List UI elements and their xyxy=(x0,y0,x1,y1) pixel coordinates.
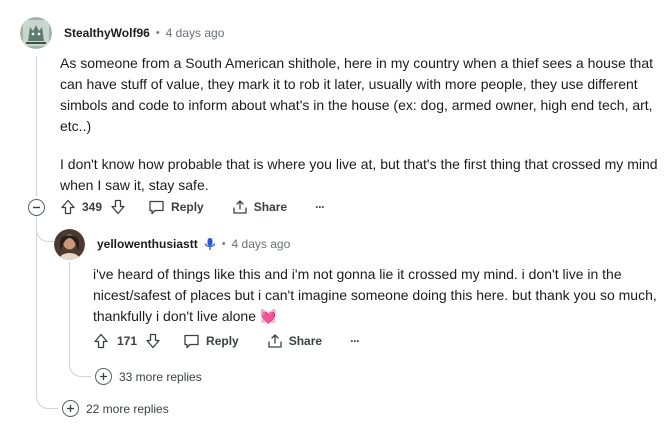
reply-label: Reply xyxy=(206,334,239,348)
reply-label: Reply xyxy=(171,200,204,214)
minus-icon xyxy=(33,206,40,209)
reply-actions: 171 Reply Share ··· xyxy=(93,329,360,353)
thread-curve-to-reply xyxy=(36,216,54,242)
meta-separator: • xyxy=(221,238,226,250)
thread-line-reply xyxy=(69,262,70,362)
upvote-button[interactable] xyxy=(93,333,109,349)
more-options-icon: ··· xyxy=(315,200,325,214)
more-replies-label: 22 more replies xyxy=(86,401,169,416)
reply-meta: yellowenthusiastt • 4 days ago xyxy=(97,237,290,251)
thread-curve-reply-more xyxy=(69,352,91,377)
comment-body: As someone from a South American shithol… xyxy=(60,53,660,196)
username[interactable]: StealthyWolf96 xyxy=(64,26,150,40)
share-button[interactable]: Share xyxy=(267,333,322,349)
more-replies-button[interactable]: 33 more replies xyxy=(95,368,202,385)
collapse-thread-button[interactable] xyxy=(28,199,45,216)
more-options-icon: ··· xyxy=(350,334,360,348)
username[interactable]: yellowenthusiastt xyxy=(97,237,198,251)
comment-bubble-icon xyxy=(149,200,164,215)
avatar[interactable] xyxy=(20,17,52,49)
share-label: Share xyxy=(288,334,323,348)
share-icon xyxy=(268,334,282,348)
microphone-icon xyxy=(204,238,215,250)
share-button[interactable]: Share xyxy=(232,199,287,215)
downvote-icon xyxy=(146,333,160,349)
comment-paragraph: As someone from a South American shithol… xyxy=(60,55,653,134)
thread-curve-to-more xyxy=(36,380,58,409)
upvote-button[interactable] xyxy=(60,199,76,215)
avatar[interactable] xyxy=(54,229,85,260)
comment-actions: 349 Reply Share ··· xyxy=(60,195,325,219)
reply-button[interactable]: Reply xyxy=(183,333,239,349)
upvote-icon xyxy=(94,333,108,349)
downvote-button[interactable] xyxy=(145,333,161,349)
comment-meta: StealthyWolf96 • 4 days ago xyxy=(64,26,224,40)
timestamp[interactable]: 4 days ago xyxy=(232,237,291,251)
thread-line-main xyxy=(36,56,37,196)
upvote-icon xyxy=(61,199,75,215)
vote-count: 171 xyxy=(117,334,138,348)
comment-bubble-icon xyxy=(184,334,199,349)
more-options-button[interactable]: ··· xyxy=(350,334,360,348)
meta-separator: • xyxy=(155,27,160,39)
more-replies-label: 33 more replies xyxy=(119,369,202,384)
more-options-button[interactable]: ··· xyxy=(315,200,325,214)
downvote-button[interactable] xyxy=(110,199,126,215)
plus-circle-icon xyxy=(62,400,79,417)
timestamp[interactable]: 4 days ago xyxy=(166,26,225,40)
plus-circle-icon xyxy=(95,368,112,385)
wolf-avatar-icon xyxy=(20,17,52,49)
reply-body: i've heard of things like this and i'm n… xyxy=(93,264,663,327)
more-replies-button[interactable]: 22 more replies xyxy=(62,400,169,417)
comment-paragraph: I don't know how probable that is where … xyxy=(60,156,658,193)
user-photo-icon xyxy=(54,229,85,260)
share-icon xyxy=(233,200,247,214)
reply-button[interactable]: Reply xyxy=(148,199,204,215)
thread-line-main-lower xyxy=(36,216,37,396)
share-label: Share xyxy=(253,200,288,214)
downvote-icon xyxy=(111,199,125,215)
reply-paragraph: i've heard of things like this and i'm n… xyxy=(93,266,657,324)
vote-count: 349 xyxy=(82,200,103,214)
